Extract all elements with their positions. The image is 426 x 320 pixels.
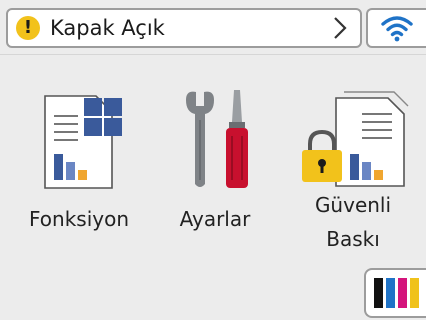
tile-settings-label: Ayarlar — [179, 207, 251, 231]
warning-icon: ! — [16, 16, 40, 40]
secure-print-icon — [302, 91, 409, 187]
ink-bar-cyan — [386, 278, 395, 308]
status-message: Kapak Açık — [50, 16, 165, 40]
ink-levels-button[interactable] — [364, 268, 426, 318]
ink-bar-black — [374, 278, 383, 308]
wifi-button[interactable] — [366, 8, 426, 48]
status-bar[interactable]: ! Kapak Açık — [6, 8, 362, 48]
tile-secure-print-label-line2: Baskı — [326, 227, 380, 251]
ink-bar-magenta — [398, 278, 407, 308]
header-divider — [0, 54, 426, 55]
chevron-right-icon — [334, 17, 347, 39]
settings-icon — [186, 90, 248, 188]
tile-function[interactable]: Fonksiyon — [14, 88, 144, 258]
function-icon — [44, 95, 122, 189]
tile-function-label: Fonksiyon — [28, 207, 129, 231]
tile-secure-print[interactable]: Güvenli Baskı — [288, 88, 418, 258]
tile-secure-print-label-line1: Güvenli — [314, 193, 392, 217]
wifi-icon — [381, 16, 413, 42]
ink-bar-yellow — [410, 278, 419, 308]
tile-settings[interactable]: Ayarlar — [150, 88, 280, 258]
